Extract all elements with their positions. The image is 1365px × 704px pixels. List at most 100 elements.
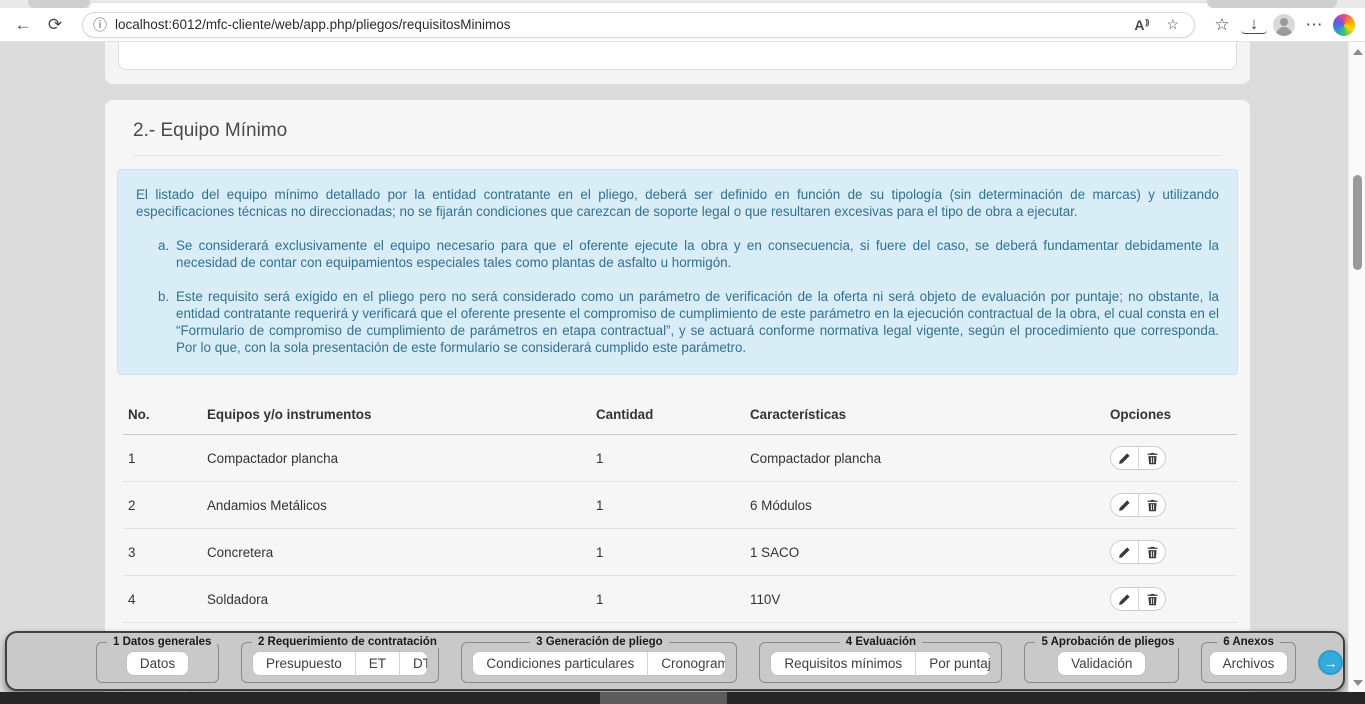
dt-button[interactable]: DT [399, 652, 428, 675]
cell-cantidad: 1 [591, 576, 745, 623]
back-icon[interactable]: ← [10, 12, 36, 38]
alert-list: a. Se considerará exclusivamente el equi… [158, 237, 1219, 356]
step-4-legend: 4 Evaluación [840, 636, 922, 648]
row-options [1110, 540, 1166, 564]
row-options [1110, 493, 1166, 517]
delete-button[interactable] [1138, 588, 1165, 610]
cell-caracteristicas: 6 Módulos [745, 482, 1105, 529]
step-aprobacion: 5 Aprobación de pliegos Validación [1024, 636, 1179, 683]
cell-no: 4 [123, 576, 202, 623]
table-header-row: No. Equipos y/o instrumentos Cantidad Ca… [123, 399, 1237, 435]
downloads-icon[interactable]: ↓ [1241, 16, 1267, 34]
step-datos-generales: 1 Datos generales Datos [96, 636, 219, 683]
edit-button[interactable] [1111, 588, 1138, 610]
validacion-button[interactable]: Validación [1057, 651, 1146, 676]
trash-icon [1146, 499, 1159, 512]
step-evaluacion: 4 Evaluación Requisitos mínimos Por punt… [759, 636, 1002, 683]
alert-item-b: b. Este requisito será exigido en el pli… [158, 288, 1219, 356]
cell-cantidad: 1 [591, 482, 745, 529]
wizard-footer: 1 Datos generales Datos 2 Requerimiento … [5, 631, 1345, 691]
edit-button[interactable] [1111, 541, 1138, 563]
cell-no: 3 [123, 529, 202, 576]
edit-button[interactable] [1111, 494, 1138, 516]
delete-button[interactable] [1138, 494, 1165, 516]
scroll-up-icon[interactable] [1353, 49, 1363, 55]
refresh-icon[interactable]: ⟳ [42, 12, 68, 38]
section-title: 2.- Equipo Mínimo [133, 120, 1222, 156]
requerimiento-button-group: Presupuesto ET DT [252, 651, 428, 676]
alert-item-b-text: Este requisito será exigido en el pliego… [176, 288, 1219, 356]
scrollbar-thumb[interactable] [1353, 175, 1362, 270]
browser-tab-fragment-right [1207, 0, 1337, 8]
evaluacion-button-group: Requisitos mínimos Por puntaje [770, 651, 991, 676]
edit-icon [1118, 546, 1131, 559]
collections-icon[interactable]: ☆ [1209, 12, 1235, 38]
por-puntaje-button[interactable]: Por puntaje [915, 652, 991, 675]
browser-toolbar: ← ⟳ ⓘ localhost:6012/mfc-cliente/web/app… [0, 8, 1365, 42]
browser-tabstrip [0, 0, 1365, 8]
trash-icon [1146, 452, 1159, 465]
step-3-legend: 3 Generación de pliego [530, 636, 669, 648]
address-bar[interactable]: ⓘ localhost:6012/mfc-cliente/web/app.php… [82, 12, 1195, 38]
col-header-equipos: Equipos y/o instrumentos [202, 399, 591, 435]
cell-cantidad: 1 [591, 435, 745, 482]
browser-menu-icon[interactable]: ⋯ [1301, 12, 1327, 38]
cronograma-button[interactable]: Cronograma [647, 652, 726, 675]
trash-icon [1146, 546, 1159, 559]
cell-no: 2 [123, 482, 202, 529]
requisitos-minimos-button[interactable]: Requisitos mínimos [771, 652, 915, 675]
row-options [1110, 587, 1166, 611]
previous-section-panel [118, 42, 1237, 70]
vertical-scrollbar[interactable] [1348, 42, 1365, 692]
copilot-icon[interactable] [1333, 14, 1355, 36]
favorite-star-icon[interactable]: ☆ [1161, 16, 1184, 33]
step-5-legend: 5 Aprobación de pliegos [1035, 636, 1180, 648]
condiciones-particulares-button[interactable]: Condiciones particulares [473, 652, 647, 675]
step-generacion-pliego: 3 Generación de pliego Condiciones parti… [461, 636, 737, 683]
cell-opciones [1105, 482, 1237, 529]
step-1-legend: 1 Datos generales [107, 636, 217, 648]
taskbar-sliver [0, 692, 1365, 704]
col-header-caracteristicas: Características [745, 399, 1105, 435]
cell-opciones [1105, 435, 1237, 482]
alert-item-b-marker: b. [158, 288, 176, 356]
datos-button[interactable]: Datos [126, 651, 189, 676]
cell-equipo: Compactador plancha [202, 435, 591, 482]
alert-item-a-marker: a. [158, 237, 176, 271]
edit-icon [1118, 499, 1131, 512]
page-viewport: 2.- Equipo Mínimo El listado del equipo … [0, 42, 1365, 692]
edit-icon [1118, 593, 1131, 606]
cell-opciones [1105, 529, 1237, 576]
next-step-button[interactable]: → [1318, 650, 1343, 675]
table-row: 1Compactador plancha1Compactador plancha [123, 435, 1237, 482]
profile-avatar[interactable] [1273, 14, 1295, 36]
previous-section-card [105, 42, 1250, 84]
et-button[interactable]: ET [355, 652, 399, 675]
site-info-icon[interactable]: ⓘ [93, 15, 107, 35]
step-6-legend: 6 Anexos [1217, 636, 1280, 648]
table-row: 2Andamios Metálicos16 Módulos [123, 482, 1237, 529]
info-alert: El listado del equipo mínimo detallado p… [117, 169, 1238, 375]
scroll-down-icon[interactable] [1353, 680, 1363, 686]
equipment-table: No. Equipos y/o instrumentos Cantidad Ca… [123, 399, 1237, 623]
edit-icon [1118, 452, 1131, 465]
taskbar-active-app [600, 692, 727, 704]
browser-tab-fragment [28, 0, 90, 8]
url-text[interactable]: localhost:6012/mfc-cliente/web/app.php/p… [115, 17, 1121, 32]
read-aloud-icon[interactable]: A [1129, 17, 1153, 33]
archivos-button[interactable]: Archivos [1209, 651, 1289, 676]
delete-button[interactable] [1138, 447, 1165, 469]
browser-active-tab[interactable] [88, 2, 1268, 8]
equipo-minimo-card: 2.- Equipo Mínimo El listado del equipo … [105, 100, 1250, 692]
cell-cantidad: 1 [591, 529, 745, 576]
edit-button[interactable] [1111, 447, 1138, 469]
table-row: 4Soldadora1110V [123, 576, 1237, 623]
step-anexos: 6 Anexos Archivos [1201, 636, 1296, 683]
delete-button[interactable] [1138, 541, 1165, 563]
alert-item-a: a. Se considerará exclusivamente el equi… [158, 237, 1219, 271]
presupuesto-button[interactable]: Presupuesto [253, 652, 355, 675]
col-header-no: No. [123, 399, 202, 435]
col-header-cantidad: Cantidad [591, 399, 745, 435]
col-header-opciones: Opciones [1105, 399, 1237, 435]
cell-opciones [1105, 576, 1237, 623]
